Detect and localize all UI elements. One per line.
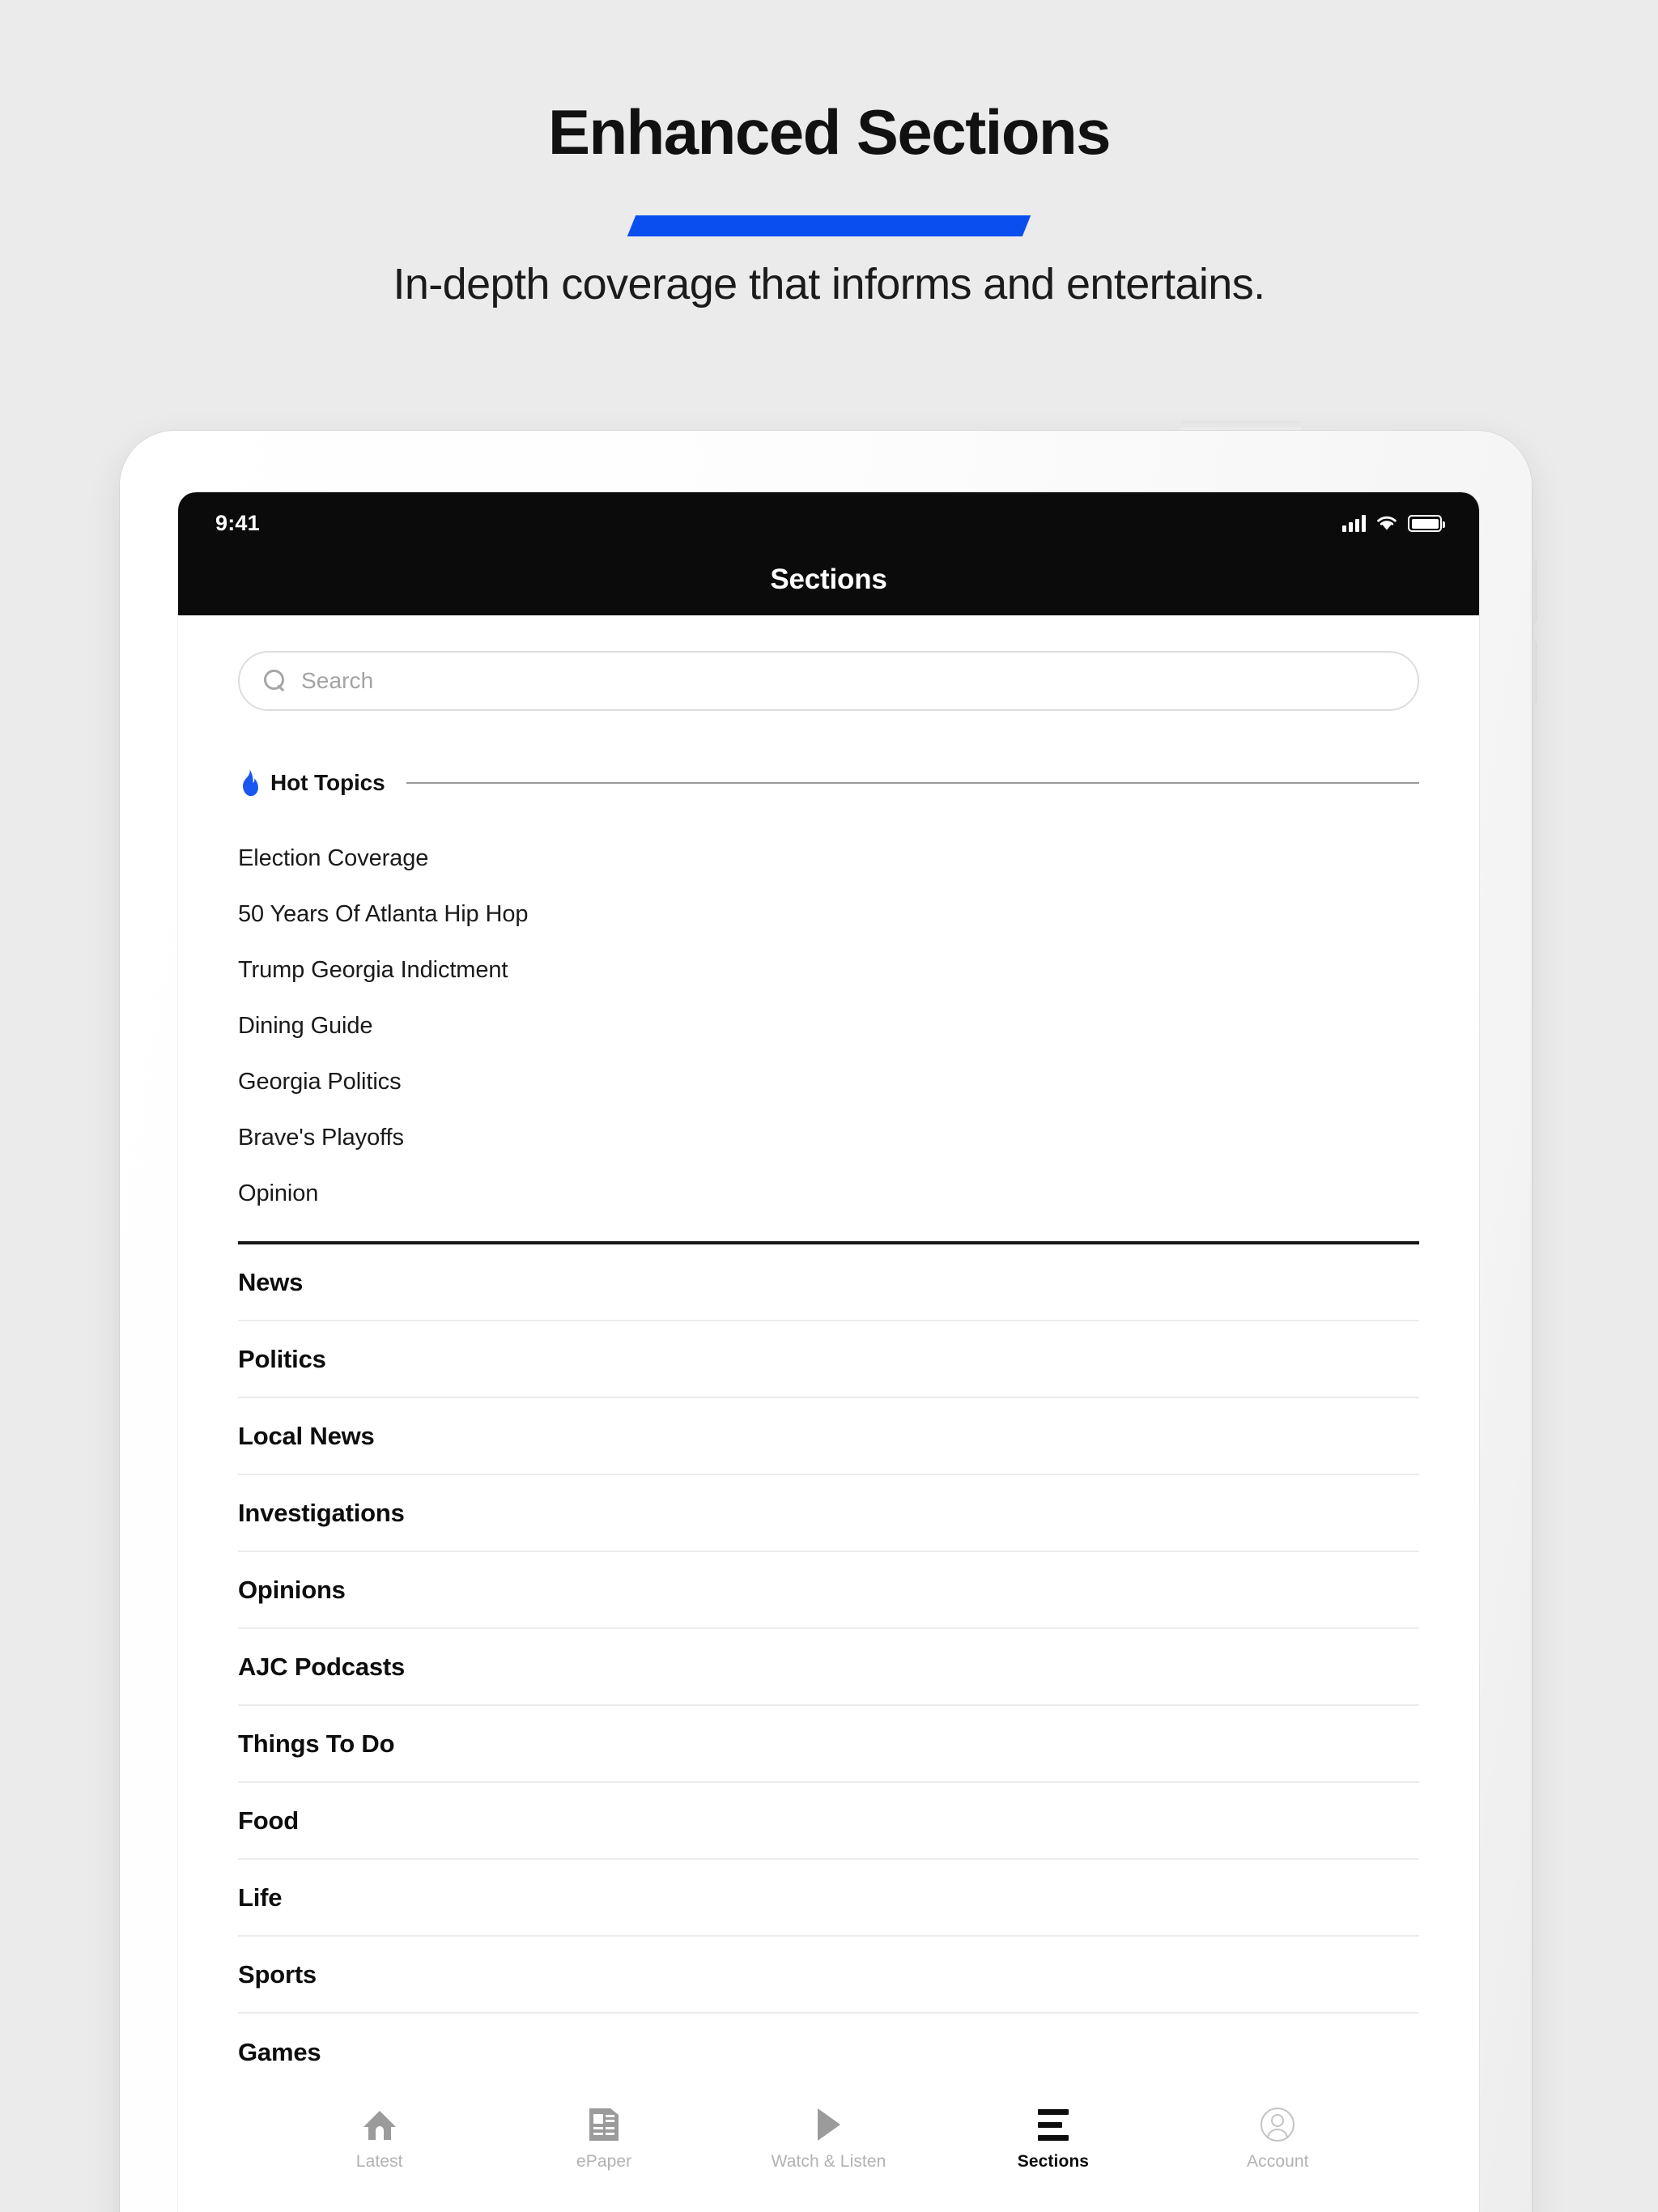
tab-label: ePaper [576,2152,632,2171]
list-item[interactable]: Brave's Playoffs [238,1110,1419,1166]
search-icon [264,670,287,692]
account-icon [1260,2105,1295,2144]
search-placeholder: Search [301,668,374,693]
sidebar-item-ajc-podcasts[interactable]: AJC Podcasts [238,1629,1419,1706]
list-item[interactable]: 50 Years Of Atlanta Hip Hop [238,887,1419,942]
status-clock: 9:41 [215,510,260,535]
sidebar-item-news[interactable]: News [238,1244,1419,1321]
tab-label: Sections [1017,2152,1090,2171]
tab-label: Latest [355,2152,403,2171]
sidebar-item-local-news[interactable]: Local News [238,1398,1419,1475]
app-topbar: 9:41 Sections [178,492,1479,615]
page-title: Enhanced Sections [547,96,1112,168]
list-item[interactable]: Dining Guide [238,998,1419,1054]
sidebar-item-politics[interactable]: Politics [238,1321,1419,1398]
tab-label: Account [1247,2152,1309,2171]
sections-list: News Politics Local News Investigations … [238,1244,1419,2091]
sidebar-item-opinions[interactable]: Opinions [238,1552,1419,1629]
status-icons [1342,514,1445,532]
bottom-tabbar: Latest ePaper Watch & Listen Sections Ac… [178,2091,1479,2212]
accent-rule-bar [627,215,1031,236]
sidebar-item-sports[interactable]: Sports [238,1937,1419,2014]
newspaper-icon [588,2105,620,2144]
list-item[interactable]: Georgia Politics [238,1054,1419,1110]
hamburger-icon [1037,2105,1069,2144]
search-input[interactable]: Search [238,651,1419,711]
promo-page: Enhanced Sections In-depth coverage that… [0,0,1658,2212]
sidebar-item-things-to-do[interactable]: Things To Do [238,1706,1419,1783]
hot-topics-header: Hot Topics [238,769,1419,797]
list-item[interactable]: Election Coverage [238,831,1419,887]
list-item[interactable]: Trump Georgia Indictment [238,942,1419,998]
tab-latest[interactable]: Latest [267,2091,491,2172]
hot-topics-label: Hot Topics [270,770,385,795]
tab-epaper[interactable]: ePaper [491,2091,716,2172]
battery-full-icon [1408,515,1445,532]
power-button[interactable] [1180,421,1302,430]
device-screen: 9:41 Sections Search Hot Topics Election… [178,492,1479,2212]
flame-icon [243,769,258,797]
wifi-icon [1377,516,1397,530]
hot-topics-divider [406,782,1419,784]
play-icon [815,2105,843,2144]
sidebar-item-food[interactable]: Food [238,1783,1419,1860]
tab-label: Watch & Listen [771,2152,886,2171]
list-item[interactable]: Opinion [238,1166,1419,1222]
signal-bars-icon [1342,514,1366,532]
tab-account[interactable]: Account [1166,2091,1390,2172]
sidebar-item-life[interactable]: Life [238,1860,1419,1937]
tab-watch-listen[interactable]: Watch & Listen [716,2091,941,2172]
hot-topics-list: Election Coverage 50 Years Of Atlanta Hi… [238,831,1419,1222]
accent-rule [0,215,1658,236]
page-subtitle: In-depth coverage that informs and enter… [393,260,1265,308]
tab-sections[interactable]: Sections [941,2091,1165,2172]
nav-title: Sections [770,564,887,595]
sidebar-item-investigations[interactable]: Investigations [238,1475,1419,1552]
sidebar-item-games[interactable]: Games [238,2014,1419,2091]
home-icon [362,2105,397,2144]
status-bar: 9:41 [178,492,1479,542]
search-wrap: Search [238,615,1419,711]
sections-screen-body: Search Hot Topics Election Coverage 50 Y… [178,615,1479,2212]
